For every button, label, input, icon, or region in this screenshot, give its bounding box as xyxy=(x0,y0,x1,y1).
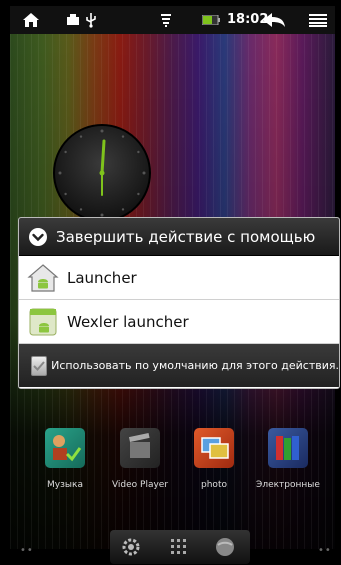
app-video-player[interactable]: Video Player xyxy=(105,428,175,490)
dock xyxy=(110,530,250,564)
menu-icon[interactable] xyxy=(308,6,328,34)
use-default-checkbox[interactable] xyxy=(31,355,48,376)
dialog-title: Завершить действие с помощью xyxy=(56,227,316,246)
page-indicator-left: •• xyxy=(20,545,34,556)
ebooks-app-icon xyxy=(268,428,308,468)
checkmark-icon xyxy=(33,360,45,371)
app-label: Электронные xyxy=(256,480,320,490)
page-indicator-right: •• xyxy=(318,545,332,556)
usb-debug-icon xyxy=(82,6,100,34)
photo-app-icon xyxy=(194,428,234,468)
app-label: Video Player xyxy=(111,480,169,490)
usb-storage-icon xyxy=(64,6,82,34)
option-label: Launcher xyxy=(67,268,137,287)
clock-face-icon xyxy=(53,124,151,222)
app-music[interactable]: Музыка xyxy=(30,428,100,490)
browser-icon[interactable] xyxy=(214,536,236,558)
home-icon[interactable] xyxy=(20,6,42,34)
battery-icon xyxy=(200,6,222,34)
use-default-label: Использовать по умолчанию для этого дейс… xyxy=(51,359,339,372)
app-ebooks[interactable]: Электронные xyxy=(253,428,323,490)
status-bar: 18:02 xyxy=(10,6,335,34)
option-label: Wexler launcher xyxy=(67,312,189,331)
option-launcher[interactable]: Launcher xyxy=(19,256,339,300)
music-app-icon xyxy=(45,428,85,468)
app-photo[interactable]: photo xyxy=(179,428,249,490)
video-player-app-icon xyxy=(120,428,160,468)
app-label: photo xyxy=(201,480,227,490)
complete-action-dialog: Завершить действие с помощью Launcher We… xyxy=(18,217,340,389)
app-grid-icon[interactable] xyxy=(168,536,190,558)
settings-icon[interactable] xyxy=(120,536,142,558)
back-icon[interactable] xyxy=(260,6,288,34)
signal-icon xyxy=(158,6,174,34)
launcher-home-icon xyxy=(27,262,59,294)
dialog-header: Завершить действие с помощью xyxy=(19,218,339,256)
option-wexler-launcher[interactable]: Wexler launcher xyxy=(19,300,339,344)
dropdown-circle-icon xyxy=(28,227,48,247)
app-label: Музыка xyxy=(47,480,83,490)
wexler-launcher-icon xyxy=(27,306,59,338)
default-action-row: Использовать по умолчанию для этого дейс… xyxy=(19,344,339,387)
analog-clock-widget[interactable] xyxy=(52,123,152,223)
